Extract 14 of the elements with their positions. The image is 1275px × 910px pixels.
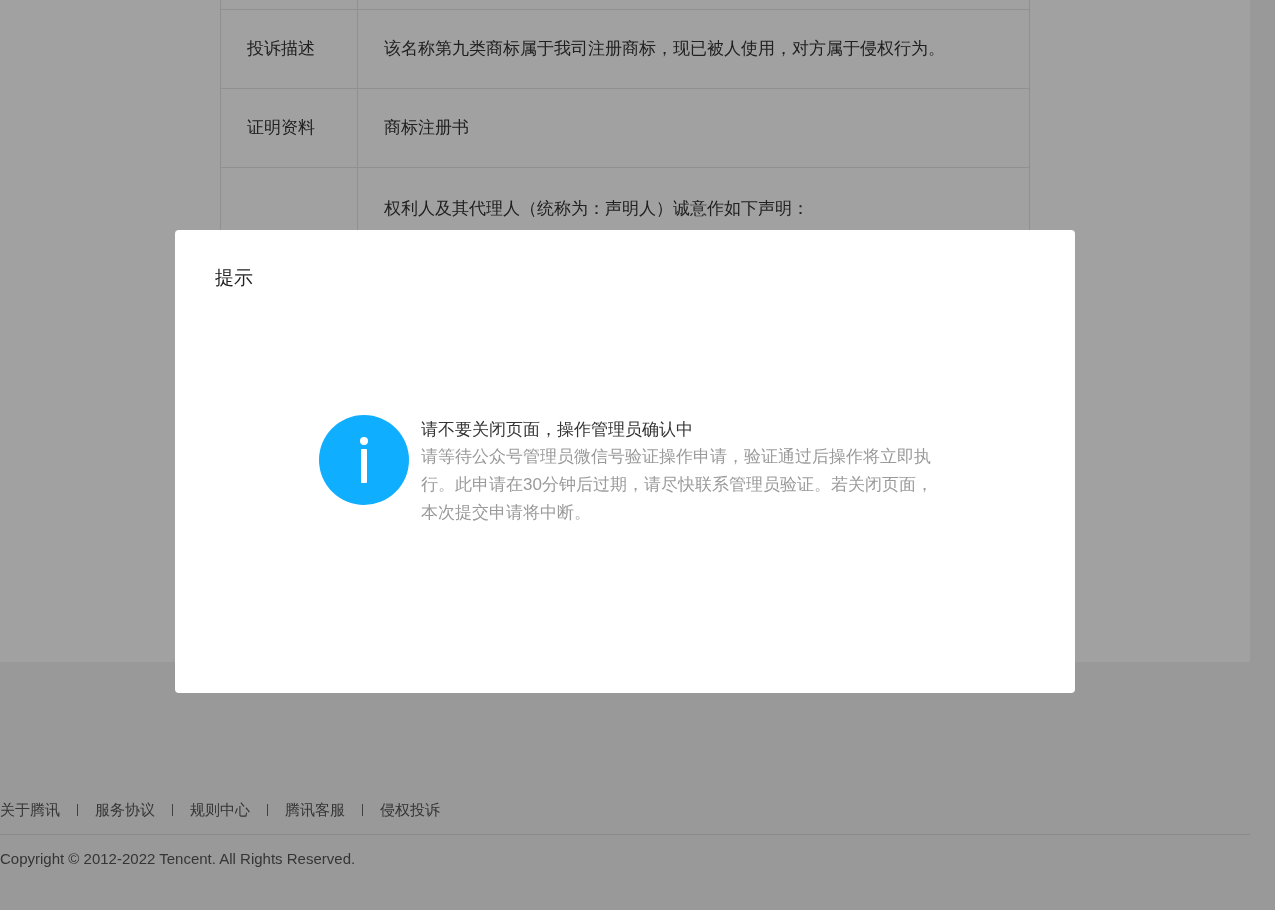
row-value: 商标注册书: [384, 117, 469, 140]
footer-link[interactable]: 规则中心: [190, 798, 250, 822]
dialog-title: 提示: [215, 266, 253, 290]
footer-link[interactable]: 侵权投诉: [380, 798, 440, 822]
dialog-heading: 请不要关闭页面，操作管理员确认中: [421, 418, 694, 441]
footer-link[interactable]: 关于腾讯: [0, 798, 60, 822]
dialog-message: 请等待公众号管理员微信号验证操作申请，验证通过后操作将立即执行。此申请在30分钟后过期，请尽快联系管理员验证。若关闭页面，本次提交申请将中断。: [421, 445, 934, 524]
row-label: 投诉描述: [247, 38, 315, 61]
row-value: 权利人及其代理人（统称为：声明人）诚意作如下声明：: [384, 198, 809, 220]
footer-link[interactable]: 腾讯客服: [285, 798, 345, 822]
copyright-text: Copyright © 2012-2022 Tencent. All Rights Reserved.: [0, 850, 356, 867]
row-value: 该名称第九类商标属于我司注册商标，现已被人使用，对方属于侵权行为。: [384, 38, 945, 61]
row-label: 证明资料: [247, 117, 315, 140]
footer-link[interactable]: 服务协议: [95, 798, 155, 822]
